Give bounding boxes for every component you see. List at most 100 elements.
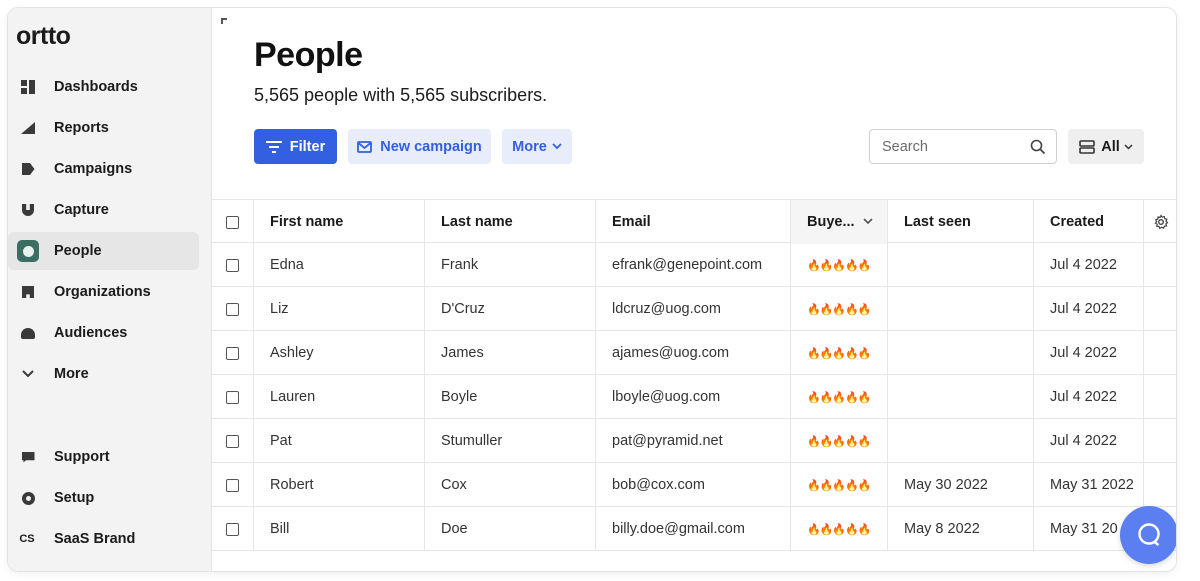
- row-select-cell: [212, 375, 254, 419]
- more-button[interactable]: More: [502, 129, 572, 164]
- row-checkbox[interactable]: [226, 346, 239, 360]
- sidebar-item-label: Capture: [54, 202, 109, 218]
- sidebar-item-reports[interactable]: Reports: [8, 109, 199, 147]
- column-header-email[interactable]: Email: [596, 200, 791, 244]
- last-seen-cell: [888, 419, 1034, 463]
- created-cell: Jul 4 2022: [1034, 419, 1144, 463]
- row-checkbox[interactable]: [226, 522, 239, 536]
- last-seen-cell: May 8 2022: [888, 507, 1034, 551]
- chevron-down-icon: [862, 216, 873, 228]
- column-header-first-name[interactable]: First name: [254, 200, 425, 244]
- table-row[interactable]: Robert Cox bob@cox.com 🔥🔥🔥🔥🔥 May 30 2022 May …: [212, 463, 1176, 507]
- last-name-cell: Cox: [425, 463, 596, 507]
- email-cell: bob@cox.com: [596, 463, 791, 507]
- table-row[interactable]: Liz D'Cruz ldcruz@uog.com 🔥🔥🔥🔥🔥 Jul 4 2022: [212, 287, 1176, 331]
- collapse-corner-icon[interactable]: [221, 18, 227, 24]
- table-header: First name Last name Email Buye... Last …: [212, 199, 1176, 244]
- select-all-cell: [212, 200, 254, 244]
- sidebar-item-capture[interactable]: Capture: [8, 191, 199, 229]
- table-row[interactable]: Lauren Boyle lboyle@uog.com 🔥🔥🔥🔥🔥 Jul 4 2022: [212, 375, 1176, 419]
- sidebar-item-label: Organizations: [54, 284, 151, 300]
- created-cell: Jul 4 2022: [1034, 331, 1144, 375]
- sidebar-item-campaigns[interactable]: Campaigns: [8, 150, 199, 188]
- sidebar-item-more[interactable]: More: [8, 355, 199, 393]
- row-checkbox[interactable]: [226, 258, 239, 272]
- last-name-cell: Doe: [425, 507, 596, 551]
- table-row[interactable]: Bill Doe billy.doe@gmail.com 🔥🔥🔥🔥🔥 May 8 202…: [212, 507, 1176, 551]
- sidebar-item-support[interactable]: Support: [8, 438, 199, 476]
- row-checkbox[interactable]: [226, 390, 239, 404]
- sidebar-item-label: More: [54, 366, 89, 382]
- filter-button[interactable]: Filter: [254, 129, 337, 164]
- table-row[interactable]: Pat Stumuller pat@pyramid.net 🔥🔥🔥🔥🔥 Jul 4 20…: [212, 419, 1176, 463]
- search-box[interactable]: [869, 129, 1057, 164]
- sidebar-item-people[interactable]: People: [8, 232, 199, 270]
- last-seen-cell: [888, 375, 1034, 419]
- sidebar-item-label: Dashboards: [54, 79, 138, 95]
- audiences-icon: [20, 325, 36, 341]
- created-cell: Jul 4 2022: [1034, 287, 1144, 331]
- page-subtitle: 5,565 people with 5,565 subscribers.: [254, 85, 548, 105]
- list-view-icon: [1079, 139, 1096, 154]
- table-row[interactable]: Ashley James ajames@uog.com 🔥🔥🔥🔥🔥 Jul 4 2022: [212, 331, 1176, 375]
- filter-label: Filter: [289, 138, 326, 155]
- sidebar-item-label: Support: [54, 449, 110, 465]
- sidebar-item-account[interactable]: CS SaaS Brand: [8, 520, 199, 558]
- email-cell: pat@pyramid.net: [596, 419, 791, 463]
- sidebar-item-organizations[interactable]: Organizations: [8, 273, 199, 311]
- reports-icon: [20, 120, 36, 136]
- sidebar-item-audiences[interactable]: Audiences: [8, 314, 199, 352]
- row-select-cell: [212, 331, 254, 375]
- last-name-cell: Boyle: [425, 375, 596, 419]
- sidebar-item-setup[interactable]: Setup: [8, 479, 199, 517]
- created-cell: May 31 2022: [1034, 463, 1144, 507]
- sidebar-item-label: Setup: [54, 490, 95, 506]
- column-header-created[interactable]: Created: [1034, 200, 1144, 244]
- column-header-last-name[interactable]: Last name: [425, 200, 596, 244]
- sidebar-item-dashboards[interactable]: Dashboards: [8, 68, 199, 106]
- chevron-down-icon: [20, 366, 36, 382]
- filter-icon: [265, 140, 282, 153]
- row-spacer-cell: [1144, 419, 1176, 463]
- search-icon[interactable]: [1030, 139, 1046, 155]
- dashboard-icon: [20, 79, 36, 95]
- last-name-cell: Frank: [425, 243, 596, 287]
- last-name-cell: Stumuller: [425, 419, 596, 463]
- row-spacer-cell: [1144, 375, 1176, 419]
- first-name-cell: Robert: [254, 463, 425, 507]
- sidebar-item-label: Campaigns: [54, 161, 133, 177]
- select-all-checkbox[interactable]: [226, 215, 239, 229]
- support-icon: [20, 449, 36, 465]
- row-spacer-cell: [1144, 463, 1176, 507]
- search-input[interactable]: [882, 138, 1022, 155]
- created-cell: Jul 4 2022: [1034, 243, 1144, 287]
- row-select-cell: [212, 287, 254, 331]
- app-logo[interactable]: ortto: [16, 22, 71, 51]
- email-cell: lboyle@uog.com: [596, 375, 791, 419]
- first-name-cell: Pat: [254, 419, 425, 463]
- new-campaign-button[interactable]: New campaign: [348, 129, 491, 164]
- first-name-cell: Lauren: [254, 375, 425, 419]
- people-icon: [17, 240, 39, 262]
- column-header-buyer-label: Buye...: [807, 214, 855, 230]
- table-row[interactable]: Edna Frank efrank@genepoint.com 🔥🔥🔥🔥🔥 Jul 4 …: [212, 243, 1176, 287]
- buyer-score-cell: 🔥🔥🔥🔥🔥: [791, 507, 888, 551]
- column-settings-gear-icon[interactable]: [1144, 200, 1176, 244]
- last-name-cell: James: [425, 331, 596, 375]
- row-checkbox[interactable]: [226, 434, 239, 448]
- buyer-score-cell: 🔥🔥🔥🔥🔥: [791, 331, 888, 375]
- view-selector-button[interactable]: All: [1068, 129, 1144, 164]
- last-seen-cell: [888, 287, 1034, 331]
- row-select-cell: [212, 463, 254, 507]
- buyer-score-cell: 🔥🔥🔥🔥🔥: [791, 243, 888, 287]
- row-select-cell: [212, 243, 254, 287]
- row-spacer-cell: [1144, 243, 1176, 287]
- app-window: ortto Dashboards Reports Campaigns Captu…: [8, 8, 1176, 571]
- sidebar-item-label: Audiences: [54, 325, 128, 341]
- row-checkbox[interactable]: [226, 302, 239, 316]
- column-header-last-seen[interactable]: Last seen: [888, 200, 1034, 244]
- row-checkbox[interactable]: [226, 478, 239, 492]
- chat-support-button[interactable]: [1120, 506, 1176, 564]
- column-header-buyer[interactable]: Buye...: [791, 200, 888, 244]
- email-cell: ldcruz@uog.com: [596, 287, 791, 331]
